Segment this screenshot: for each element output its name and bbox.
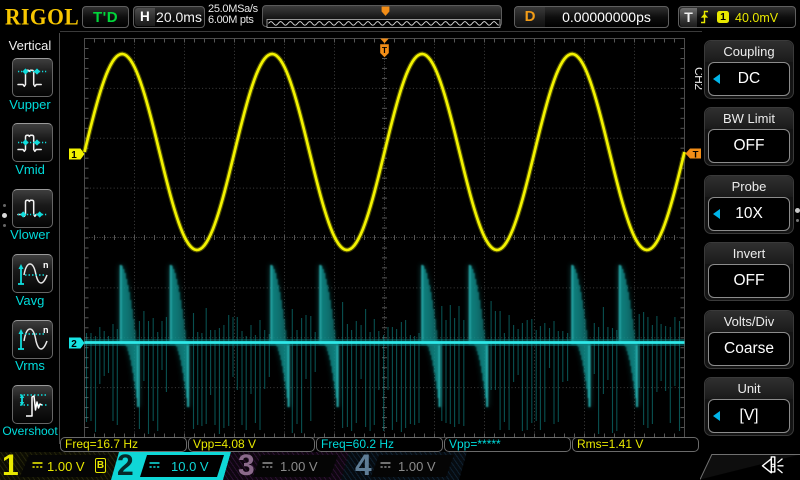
svg-text:T: T [382,45,388,55]
svg-text:T: T [693,149,699,160]
svg-text:n: n [43,260,49,270]
svg-text:n: n [43,325,49,335]
svg-text:2: 2 [71,339,77,350]
svg-text:1: 1 [71,150,77,161]
